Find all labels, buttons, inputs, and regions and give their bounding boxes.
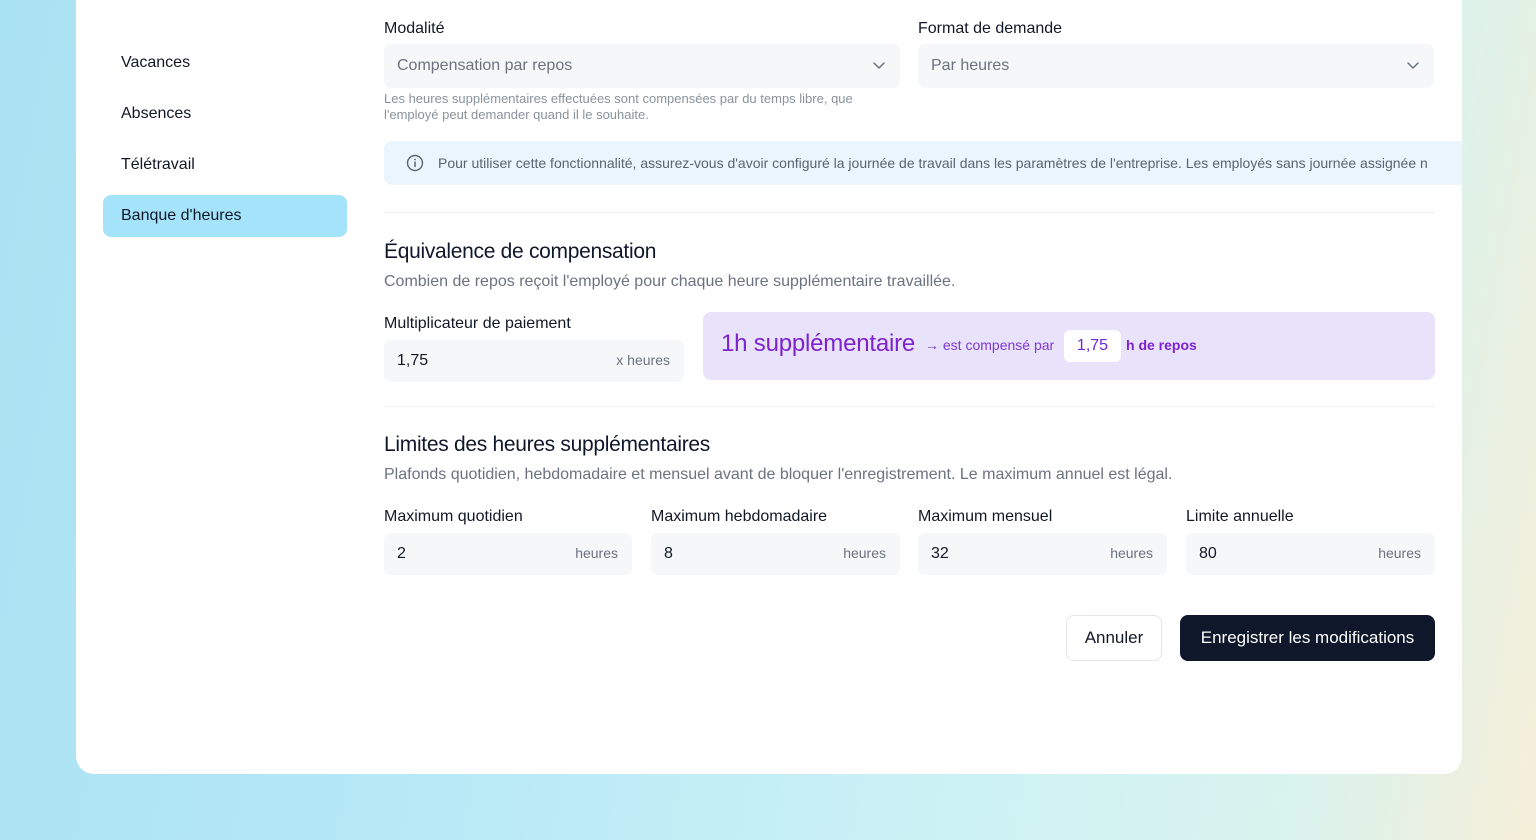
- limit-weekly-input[interactable]: 8 heures: [651, 533, 900, 575]
- settings-sidebar: Vacances Absences Télétravail Banque d'h…: [103, 42, 347, 246]
- limit-monthly-input[interactable]: 32 heures: [918, 533, 1167, 575]
- limit-daily-label: Maximum quotidien: [384, 508, 523, 525]
- limits-subtitle: Plafonds quotidien, hebdomadaire et mens…: [384, 466, 1173, 483]
- summary-value: 1,75: [1064, 330, 1121, 362]
- modality-label: Modalité: [384, 20, 445, 37]
- info-icon: [406, 154, 424, 172]
- limit-annual-unit: heures: [1378, 545, 1421, 561]
- info-banner: Pour utiliser cette fonctionnalité, assu…: [384, 141, 1462, 185]
- compensation-summary: 1h supplémentaire → est compensé par 1,7…: [703, 312, 1435, 380]
- multiplier-value: 1,75: [397, 352, 429, 369]
- compensation-title: Équivalence de compensation: [384, 240, 657, 263]
- summary-unit: h de repos: [1126, 337, 1197, 353]
- settings-card: Vacances Absences Télétravail Banque d'h…: [76, 0, 1462, 774]
- request-format-value: Par heures: [931, 57, 1010, 74]
- limit-annual-value: 80: [1199, 545, 1217, 562]
- limit-weekly-label: Maximum hebdomadaire: [651, 508, 828, 525]
- main-content: Modalité Compensation par repos Les heur…: [384, 0, 1462, 774]
- divider: [384, 406, 1435, 407]
- info-banner-text: Pour utiliser cette fonctionnalité, assu…: [438, 155, 1428, 171]
- request-format-label: Format de demande: [918, 20, 1063, 37]
- cancel-button[interactable]: Annuler: [1066, 615, 1162, 661]
- chevron-down-icon: [1407, 62, 1419, 69]
- limit-annual-label: Limite annuelle: [1186, 508, 1294, 525]
- limit-weekly-value: 8: [664, 545, 673, 562]
- limit-weekly-unit: heures: [843, 545, 886, 561]
- limit-monthly-value: 32: [931, 545, 949, 562]
- compensation-subtitle: Combien de repos reçoit l'employé pour c…: [384, 273, 956, 290]
- limit-daily-input[interactable]: 2 heures: [384, 533, 632, 575]
- limit-monthly-unit: heures: [1110, 545, 1153, 561]
- modality-help: Les heures supplémentaires effectuées so…: [384, 91, 853, 122]
- sidebar-item-banque-heures[interactable]: Banque d'heures: [103, 195, 347, 237]
- multiplier-unit: x heures: [616, 352, 670, 368]
- modality-value: Compensation par repos: [397, 57, 573, 74]
- chevron-down-icon: [873, 62, 885, 69]
- summary-arrow-text: → est compensé par: [925, 337, 1055, 353]
- limit-daily-unit: heures: [575, 545, 618, 561]
- modality-select[interactable]: Compensation par repos: [384, 44, 900, 88]
- multiplier-input[interactable]: 1,75 x heures: [384, 340, 684, 382]
- summary-overtime: 1h supplémentaire: [721, 330, 916, 357]
- multiplier-label: Multiplicateur de paiement: [384, 315, 571, 332]
- limit-monthly-label: Maximum mensuel: [918, 508, 1053, 525]
- limit-daily-value: 2: [397, 545, 406, 562]
- limit-annual-input[interactable]: 80 heures: [1186, 533, 1435, 575]
- sidebar-item-absences[interactable]: Absences: [103, 93, 347, 135]
- request-format-select[interactable]: Par heures: [918, 44, 1434, 88]
- sidebar-item-vacances[interactable]: Vacances: [103, 42, 347, 84]
- sidebar-item-teletravail[interactable]: Télétravail: [103, 144, 347, 186]
- limits-title: Limites des heures supplémentaires: [384, 433, 710, 456]
- divider: [384, 212, 1435, 213]
- save-button[interactable]: Enregistrer les modifications: [1180, 615, 1435, 661]
